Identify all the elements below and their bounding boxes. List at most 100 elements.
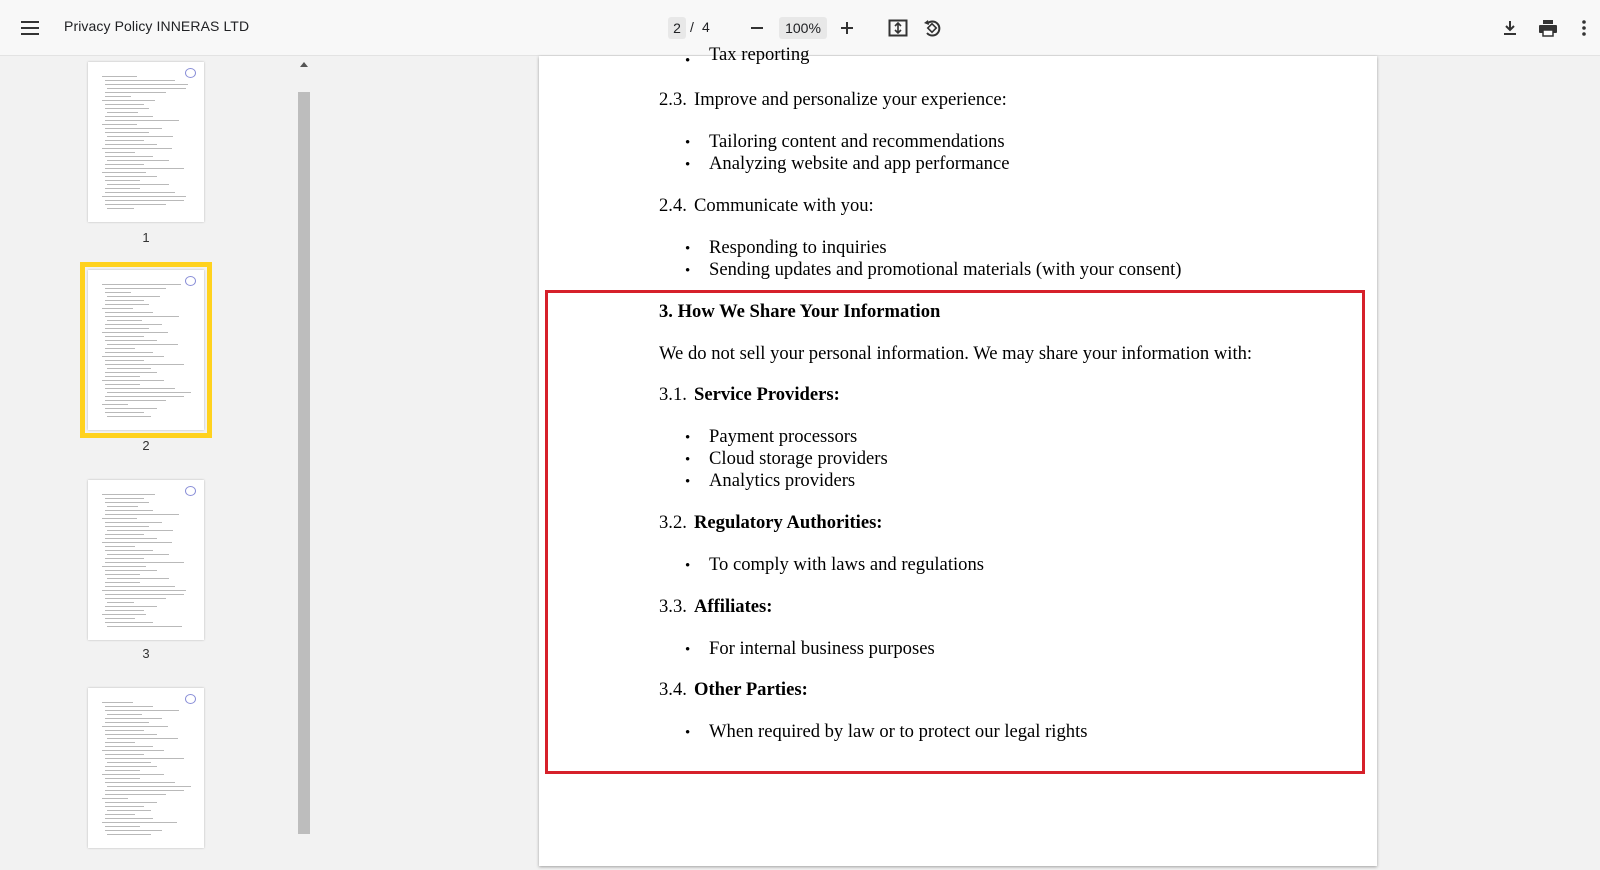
more-options-button[interactable]: [1572, 12, 1596, 44]
thumbnail-text-line: [107, 368, 152, 369]
thumbnail-text-line: [102, 566, 146, 567]
page-thumbnail-4[interactable]: [88, 688, 204, 848]
thumbnail-text-line: [102, 356, 164, 357]
section-heading: Other Parties:: [694, 679, 808, 700]
thumbnail-text-line: [104, 618, 136, 619]
current-page-input[interactable]: 2: [668, 17, 686, 39]
sidebar-scrollbar[interactable]: [298, 92, 310, 834]
thumbnail-text-line: [102, 750, 164, 751]
thumbnail-text-line: [104, 794, 167, 795]
thumbnail-text-line: [107, 626, 183, 627]
thumbnail-text-line: [102, 822, 177, 823]
thumbnail-text-line: [102, 76, 138, 77]
print-button[interactable]: [1532, 12, 1564, 44]
section-heading: Regulatory Authorities:: [694, 512, 883, 533]
download-button[interactable]: [1494, 12, 1526, 44]
fit-to-page-button[interactable]: [882, 12, 914, 44]
list-item: When required by law or to protect our l…: [709, 721, 1088, 742]
section-number: 3.4.: [659, 679, 687, 700]
thumbnail-text-line: [107, 530, 174, 531]
bullet-dot: •: [685, 452, 691, 468]
thumbnail-text-line: [104, 790, 184, 791]
minus-icon: [751, 27, 763, 29]
thumbnail-text-line: [104, 538, 158, 539]
thumbnail-text-line: [104, 84, 189, 85]
bullet-dot: •: [685, 642, 691, 658]
thumbnail-text-line: [104, 300, 145, 301]
list-item: Tax reporting: [709, 44, 810, 65]
thumbnail-text-line: [104, 108, 149, 109]
thumbnail-label: 3: [142, 646, 150, 661]
section-heading: Communicate with you:: [694, 195, 874, 216]
hamburger-menu-icon[interactable]: [14, 12, 46, 44]
thumbnail-text-line: [104, 734, 158, 735]
thumbnail-text-line: [107, 160, 169, 161]
thumbnail-text-line: [104, 718, 162, 719]
thumbnail-sidebar: 1 2 3: [0, 56, 310, 870]
page-thumbnail-2[interactable]: [80, 262, 212, 438]
thumbnail-text-line: [107, 344, 178, 345]
page-thumbnail-1[interactable]: [88, 62, 204, 222]
thumbnail-text-line: [104, 546, 136, 547]
zoom-in-button[interactable]: [832, 12, 862, 44]
bullet-dot: •: [685, 53, 691, 69]
thumbnail-text-line: [104, 176, 158, 177]
thumbnail-text-line: [104, 502, 149, 503]
thumbnail-text-line: [104, 806, 145, 807]
thumbnail-text-line: [104, 352, 154, 353]
list-item: Payment processors: [709, 426, 858, 447]
thumbnail-text-line: [107, 738, 178, 739]
section-title: 3. How We Share Your Information: [659, 301, 941, 322]
document-title: Privacy Policy INNERAS LTD: [64, 18, 250, 34]
thumbnail-content: [102, 284, 191, 420]
thumbnail-text-line: [104, 372, 158, 373]
thumbnail-text-line: [102, 702, 133, 703]
thumbnail-text-line: [104, 188, 140, 189]
thumbnail-text-line: [102, 332, 168, 333]
thumbnail-text-line: [104, 360, 145, 361]
rotate-button[interactable]: [916, 12, 948, 44]
thumbnail-label: 2: [142, 438, 150, 453]
thumbnail-text-line: [107, 602, 134, 603]
thumbnail-text-line: [102, 380, 164, 381]
thumbnail-text-line: [102, 124, 138, 125]
list-item: To comply with laws and regulations: [709, 554, 984, 575]
thumbnail-text-line: [104, 164, 145, 165]
thumbnail-text-line: [104, 534, 145, 535]
thumbnail-text-line: [104, 292, 132, 293]
thumbnail-text-line: [104, 826, 140, 827]
thumbnail-text-line: [102, 726, 168, 727]
zoom-level-input[interactable]: 100%: [779, 17, 827, 39]
thumbnail-text-line: [104, 116, 154, 117]
thumbnail-text-line: [102, 542, 173, 543]
thumbnail-text-line: [102, 518, 138, 519]
thumbnail-content: [102, 76, 190, 212]
thumbnail-text-line: [104, 766, 158, 767]
thumbnail-text-line: [107, 88, 187, 89]
zoom-out-button[interactable]: [742, 12, 772, 44]
thumbnail-text-line: [104, 120, 180, 121]
thumbnail-text-line: [104, 562, 184, 563]
thumbnail-text-line: [107, 208, 134, 209]
thumbnail-text-line: [104, 778, 140, 779]
thumbnail-text-line: [107, 578, 169, 579]
thumbnail-text-line: [104, 400, 167, 401]
thumbnail-text-line: [107, 554, 169, 555]
thumbnail-text-line: [104, 340, 158, 341]
section-number: 2.3.: [659, 89, 687, 110]
scroll-up-arrow[interactable]: [300, 62, 308, 67]
thumbnail-text-line: [107, 136, 174, 137]
list-item: Sending updates and promotional material…: [709, 259, 1182, 280]
page-thumbnail-3[interactable]: [88, 480, 204, 640]
thumbnail-text-line: [104, 758, 184, 759]
thumbnail-text-line: [104, 192, 176, 193]
thumbnail-text-line: [102, 404, 129, 405]
thumbnail-text-line: [104, 522, 162, 523]
thumbnail-text-line: [104, 526, 149, 527]
section-number: 3.1.: [659, 384, 687, 405]
thumbnail-label: 1: [142, 230, 150, 245]
thumbnail-text-line: [104, 802, 158, 803]
list-item: For internal business purposes: [709, 638, 935, 659]
list-item: Analytics providers: [709, 470, 856, 491]
thumbnail-text-line: [102, 196, 186, 197]
